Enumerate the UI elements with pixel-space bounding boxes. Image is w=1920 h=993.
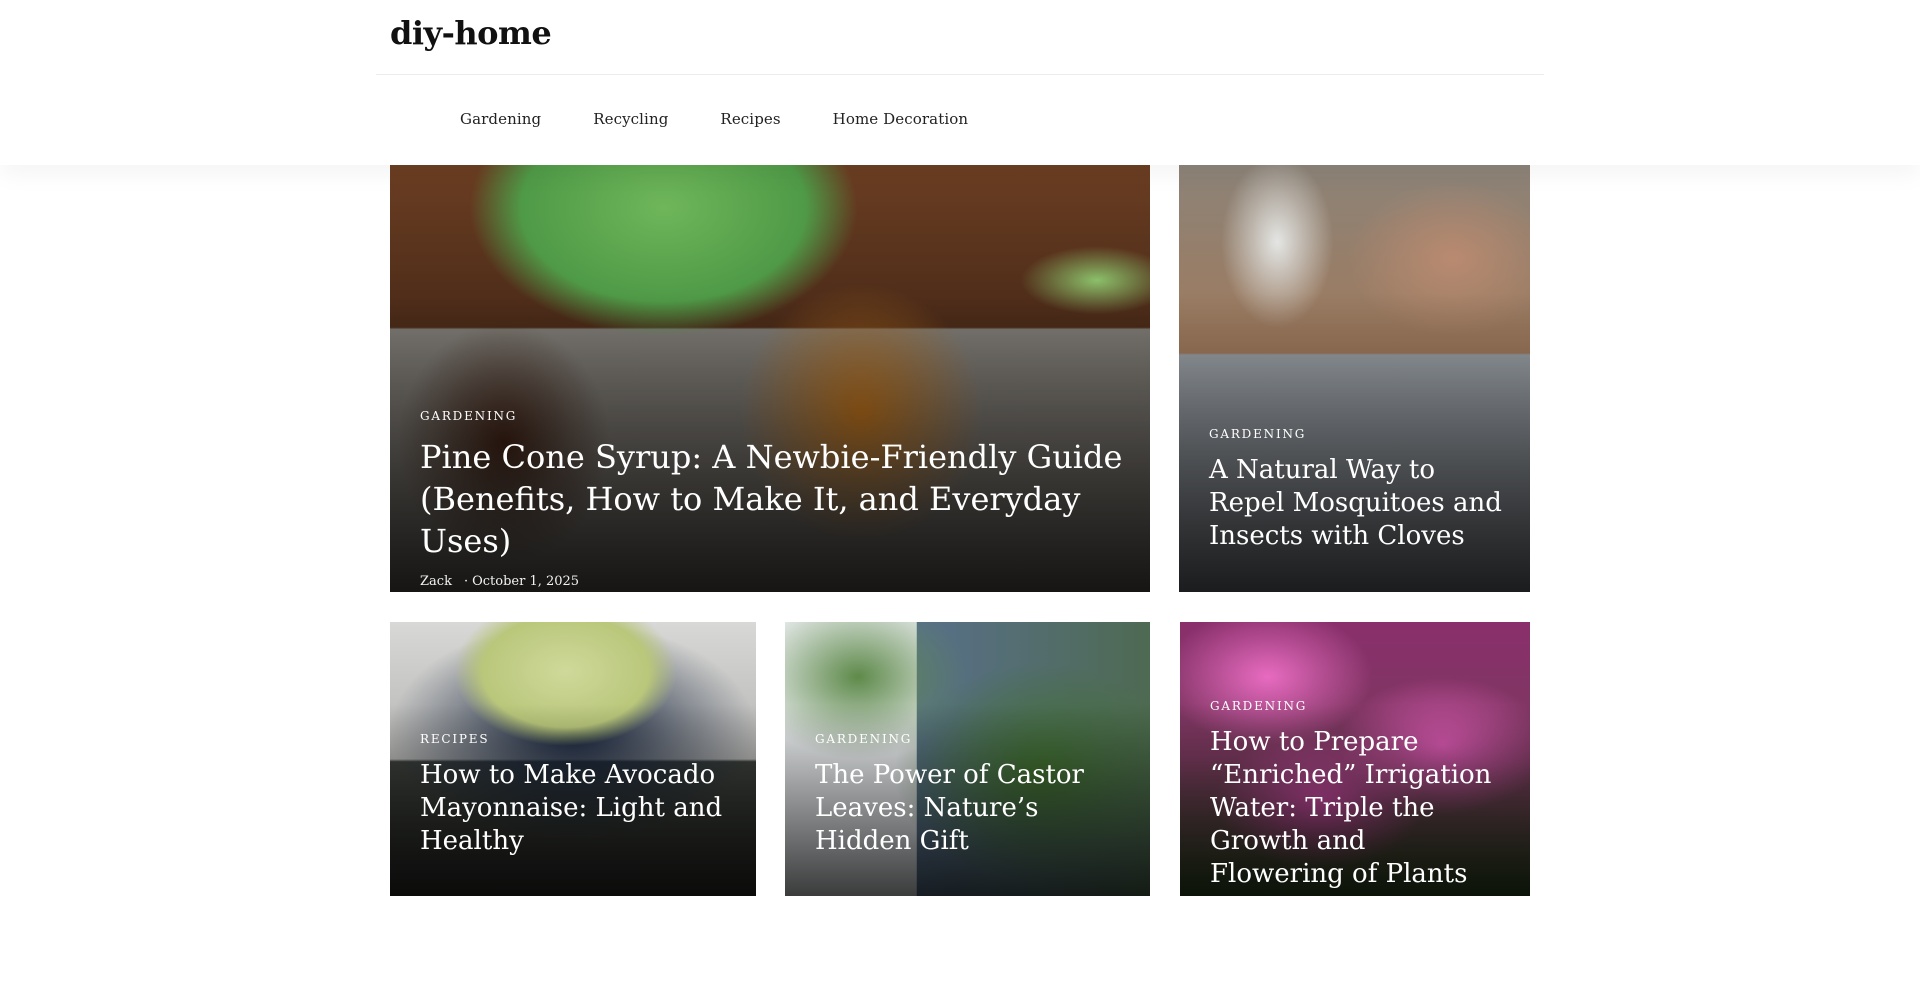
post-card[interactable]: Gardening A Natural Way to Repel Mosquit…: [1179, 165, 1530, 592]
post-date-link[interactable]: October 1, 2025: [472, 574, 579, 589]
post-title-link[interactable]: The Power of Castor Leaves: Nature’s Hid…: [815, 759, 1124, 858]
post-author-link[interactable]: Zack: [420, 574, 452, 589]
post-category-link[interactable]: Recipes: [420, 732, 489, 746]
post-title-link[interactable]: How to Make Avocado Mayonnaise: Light an…: [420, 759, 730, 858]
nav-item-recycling[interactable]: Recycling: [593, 110, 668, 128]
meta-separator: ·: [463, 574, 469, 589]
nav-item-gardening[interactable]: Gardening: [460, 110, 541, 128]
nav-item-home-decoration[interactable]: Home Decoration: [833, 110, 968, 128]
post-category-link[interactable]: Gardening: [1209, 427, 1306, 441]
post-card[interactable]: Gardening How to Prepare “Enriched” Irri…: [1180, 622, 1530, 896]
post-content: Gardening A Natural Way to Repel Mosquit…: [1209, 423, 1504, 553]
post-category-link[interactable]: Gardening: [815, 732, 912, 746]
post-title-link[interactable]: How to Prepare “Enriched” Irrigation Wat…: [1210, 726, 1504, 891]
post-content: Gardening The Power of Castor Leaves: Na…: [815, 728, 1124, 858]
post-category-link[interactable]: Gardening: [1210, 699, 1307, 713]
post-title-link[interactable]: Pine Cone Syrup: A Newbie-Friendly Guide…: [420, 436, 1124, 562]
main-nav: Gardening Recycling Recipes Home Decorat…: [460, 110, 1020, 128]
post-meta: Zack · October 1, 2025: [420, 574, 1124, 589]
post-content: Gardening How to Prepare “Enriched” Irri…: [1210, 695, 1504, 891]
nav-item-recipes[interactable]: Recipes: [720, 110, 780, 128]
post-title-link[interactable]: A Natural Way to Repel Mosquitoes and In…: [1209, 454, 1504, 553]
featured-post-card[interactable]: Gardening Pine Cone Syrup: A Newbie-Frie…: [390, 165, 1150, 592]
post-card[interactable]: Recipes How to Make Avocado Mayonnaise: …: [390, 622, 756, 896]
post-content: Recipes How to Make Avocado Mayonnaise: …: [420, 728, 730, 858]
header-divider: [376, 74, 1544, 75]
site-logo[interactable]: diy-home: [390, 14, 552, 52]
post-content: Gardening Pine Cone Syrup: A Newbie-Frie…: [420, 405, 1124, 589]
post-card[interactable]: Gardening The Power of Castor Leaves: Na…: [785, 622, 1150, 896]
post-category-link[interactable]: Gardening: [420, 409, 517, 423]
site-header: diy-home Gardening Recycling Recipes Hom…: [0, 0, 1920, 165]
